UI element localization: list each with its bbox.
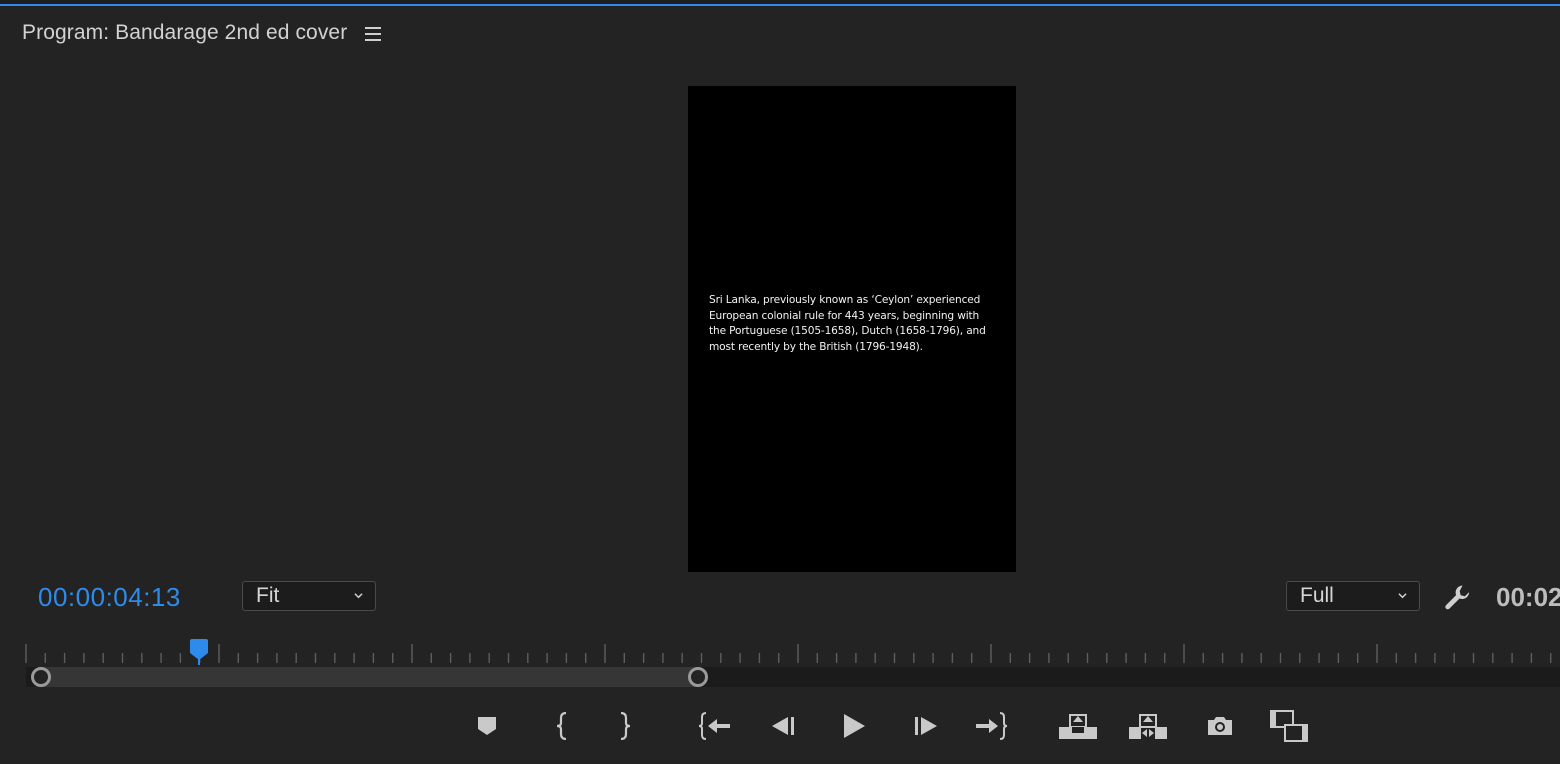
panel-menu-icon[interactable] [365,27,383,41]
go-to-in-icon [698,712,730,740]
extract-icon [1129,714,1167,739]
comparison-view-button[interactable] [1268,706,1310,746]
export-frame-icon [1208,717,1232,735]
zoom-scroll-thumb[interactable] [38,667,698,687]
zoom-handle-end[interactable] [688,667,708,687]
play-button[interactable] [832,706,874,746]
playback-resolution-value: Full [1300,584,1334,607]
panel-focus-bar [0,0,1560,6]
sequence-duration: 00:02 [1496,582,1560,612]
mark-in-button[interactable] [541,706,583,746]
go-to-out-button[interactable] [970,706,1012,746]
mark-out-button[interactable] [604,706,646,746]
zoom-handle-start[interactable] [31,667,51,687]
export-frame-button[interactable] [1199,706,1241,746]
settings-wrench-icon[interactable] [1442,582,1474,614]
play-icon [844,714,865,738]
lift-icon [1059,714,1097,739]
extract-button[interactable] [1127,706,1169,746]
go-to-out-icon [976,712,1008,740]
lift-button[interactable] [1057,706,1099,746]
step-forward-icon [915,717,937,735]
go-to-in-button[interactable] [694,706,736,746]
frame-caption-text: Sri Lanka, previously known as ‘Ceylon’ … [709,294,986,353]
add-marker-icon [478,717,496,735]
panel-title: Program: Bandarage 2nd ed cover [22,21,348,44]
zoom-level-select[interactable]: Fit [242,581,376,611]
comparison-view-icon [1270,710,1308,742]
add-marker-button[interactable] [466,706,508,746]
chevron-down-icon [1398,593,1407,599]
chevron-down-icon [354,593,363,599]
mark-out-icon [620,712,631,740]
step-back-icon [772,717,794,735]
program-monitor-frame[interactable]: Sri Lanka, previously known as ‘Ceylon’ … [688,86,1016,572]
panel-header: Program: Bandarage 2nd ed cover [22,18,383,48]
time-ruler[interactable] [0,636,1560,666]
playhead-timecode[interactable]: 00:00:04:13 [38,582,181,613]
zoom-level-value: Fit [256,584,280,607]
mark-in-icon [556,712,567,740]
playback-resolution-select[interactable]: Full [1286,581,1420,611]
step-forward-button[interactable] [904,706,946,746]
playhead-marker[interactable] [188,639,210,665]
step-back-button[interactable] [763,706,805,746]
